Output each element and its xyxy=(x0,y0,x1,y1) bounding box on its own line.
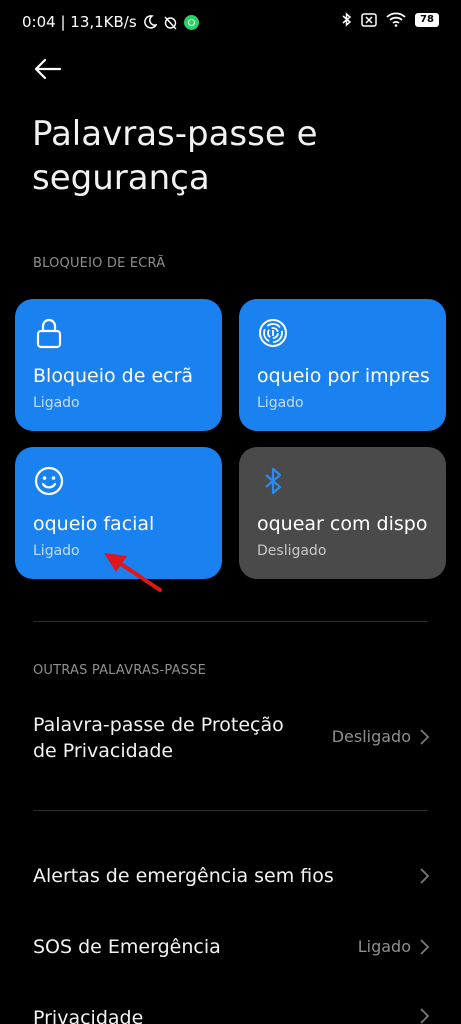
chevron-right-icon xyxy=(420,1008,430,1024)
privacy-password-row[interactable]: Palavra-passe de Proteção de Privacidade… xyxy=(0,710,461,770)
moon-icon xyxy=(143,15,157,29)
face-icon xyxy=(34,466,64,496)
back-button[interactable] xyxy=(30,52,66,88)
status-right: 78 xyxy=(342,12,439,27)
whatsapp-icon xyxy=(183,14,199,30)
privacy-password-value: Desligado xyxy=(331,727,411,746)
tile-device-unlock[interactable]: oquear com dispo Desligado xyxy=(239,447,446,579)
sos-value: Ligado xyxy=(357,937,411,956)
privacy-password-label-line1: Palavra-passe de Proteção xyxy=(33,714,284,736)
page-title: Palavras-passe e segurança xyxy=(32,114,318,198)
tile-fingerprint-lock-state: Ligado xyxy=(257,395,304,411)
tile-device-unlock-label: oquear com dispo xyxy=(257,513,428,535)
chevron-right-icon xyxy=(420,868,430,884)
bluetooth-icon xyxy=(265,467,282,495)
lock-icon xyxy=(36,318,62,349)
section-label-screen-lock: BLOQUEIO DE ECRÃ xyxy=(33,256,166,271)
tile-face-unlock-state: Ligado xyxy=(33,543,80,559)
wifi-icon xyxy=(386,12,406,27)
emergency-alerts-row[interactable]: Alertas de emergência sem fios xyxy=(0,860,461,894)
status-time-speed: 0:04 | 13,1KB/s xyxy=(22,13,137,31)
back-arrow-icon xyxy=(34,58,62,80)
sim-off-icon xyxy=(361,12,377,27)
privacy-password-label-line2: de Privacidade xyxy=(33,740,174,762)
status-left: 0:04 | 13,1KB/s xyxy=(22,13,199,31)
tile-face-unlock-label: oqueio facial xyxy=(33,513,155,535)
divider xyxy=(33,621,428,622)
sos-label: SOS de Emergência xyxy=(33,936,221,958)
chevron-right-icon xyxy=(420,939,430,955)
tile-device-unlock-state: Desligado xyxy=(257,543,327,559)
tile-fingerprint-lock-label: oqueio por impres xyxy=(257,365,430,387)
sos-row[interactable]: SOS de Emergência Ligado xyxy=(0,931,461,965)
tile-screen-lock-label: Bloqueio de ecrã xyxy=(33,365,194,387)
privacy-row[interactable]: Privacidade xyxy=(0,1002,461,1024)
section-label-other-passwords: OUTRAS PALAVRAS-PASSE xyxy=(33,663,207,678)
status-bar: 0:04 | 13,1KB/s 78 xyxy=(0,0,461,44)
tile-screen-lock-state: Ligado xyxy=(33,395,80,411)
battery-icon: 78 xyxy=(415,12,439,27)
emergency-alerts-label: Alertas de emergência sem fios xyxy=(33,865,334,887)
tile-face-unlock[interactable]: oqueio facial Ligado xyxy=(15,447,222,579)
fingerprint-icon xyxy=(259,319,287,347)
chevron-right-icon xyxy=(420,729,430,745)
privacy-label: Privacidade xyxy=(33,1007,144,1024)
bluetooth-status-icon xyxy=(342,12,352,27)
tile-fingerprint-lock[interactable]: oqueio por impres Ligado xyxy=(239,299,446,431)
alarm-off-icon xyxy=(164,16,177,29)
divider xyxy=(33,810,428,811)
tile-screen-lock[interactable]: Bloqueio de ecrã Ligado xyxy=(15,299,222,431)
